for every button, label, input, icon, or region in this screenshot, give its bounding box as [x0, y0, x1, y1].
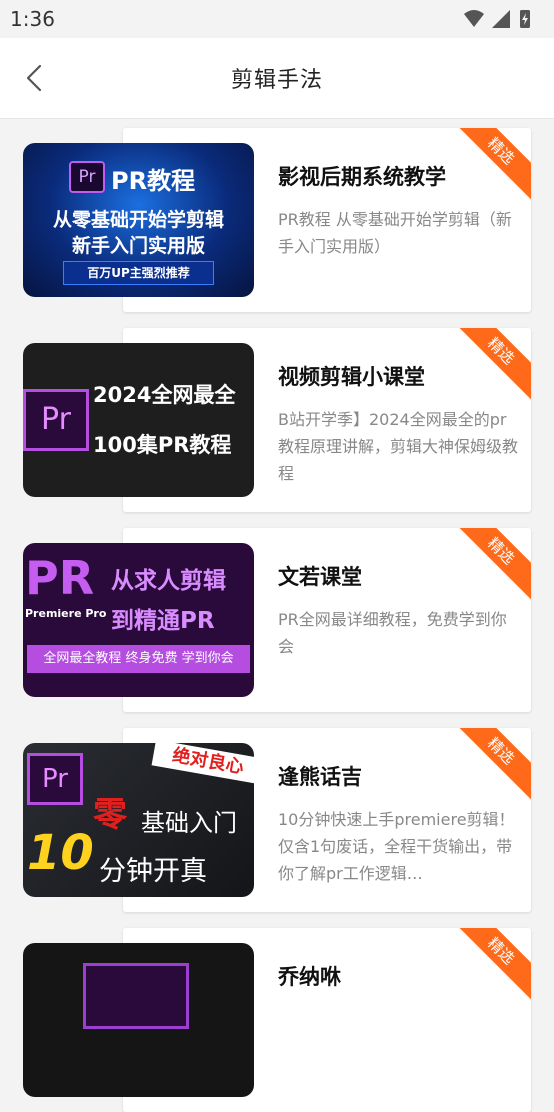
item-description: B站开学季】2024全网最全的pr教程原理讲解，剪辑大神保姆级教程 — [278, 410, 518, 483]
status-icons — [464, 10, 530, 28]
thumb-tag: 绝对良心 — [151, 743, 254, 785]
thumb-line1: 基础入门 — [141, 809, 237, 837]
thumb-line1: 2024全网最全 — [93, 383, 236, 407]
featured-badge: 精选 — [449, 528, 531, 603]
thumb-big-logo: PR — [25, 551, 95, 605]
thumb-line2: 新手入门实用版 — [71, 235, 205, 257]
item-title: 文若课堂 — [278, 565, 362, 589]
thumb-line2: 到精通PR — [111, 608, 215, 634]
item-title: 影视后期系统教学 — [278, 165, 446, 189]
thumb-number: 10 — [27, 825, 94, 881]
premiere-logo-icon: Pr — [69, 161, 105, 193]
wifi-icon — [464, 10, 484, 27]
thumb-line1: 从求人剪辑 — [111, 568, 226, 594]
premiere-logo-icon — [83, 963, 189, 1029]
top-nav-bar: 剪辑手法 — [0, 38, 554, 119]
thumb-zero: 零 — [93, 795, 127, 835]
thumb-tag: 百万UP主强烈推荐 — [63, 261, 214, 285]
thumb-sub: Premiere Pro — [25, 607, 107, 620]
item-thumbnail[interactable] — [23, 943, 254, 1097]
item-title: 乔纳咻 — [278, 965, 341, 989]
premiere-logo-icon: Pr — [27, 753, 83, 805]
item-thumbnail[interactable]: Pr 2024全网最全 100集PR教程 — [23, 343, 254, 497]
thumb-line1: 从零基础开始学剪辑 — [52, 209, 224, 231]
featured-badge: 精选 — [449, 728, 531, 803]
item-description: 10分钟快速上手premiere剪辑！仅含1句废话，全程干货输出，带你了解pr工… — [278, 810, 515, 883]
item-description: PR全网最详细教程，免费学到你会 — [278, 610, 507, 656]
thumb-title: PR教程 — [111, 167, 196, 195]
status-bar: 1:36 — [0, 0, 554, 38]
featured-badge: 精选 — [449, 928, 531, 1003]
item-thumbnail[interactable]: Pr 绝对良心 零 基础入门 10 分钟开真 — [23, 743, 254, 897]
item-description: PR教程 从零基础开始学剪辑（新手入门实用版） — [278, 210, 512, 256]
featured-badge: 精选 — [449, 328, 531, 403]
item-thumbnail[interactable]: Pr PR教程 从零基础开始学剪辑 新手入门实用版 百万UP主强烈推荐 — [23, 143, 254, 297]
item-thumbnail[interactable]: PR Premiere Pro 从求人剪辑 到精通PR 全网最全教程 终身免费 … — [23, 543, 254, 697]
featured-badge: 精选 — [449, 128, 531, 203]
premiere-logo-icon: Pr — [23, 389, 89, 451]
page-title: 剪辑手法 — [230, 68, 323, 93]
item-title: 视频剪辑小课堂 — [278, 365, 425, 389]
signal-icon — [492, 10, 510, 28]
thumb-line2: 100集PR教程 — [93, 433, 232, 457]
thumb-line2: 分钟开真 — [99, 856, 207, 887]
status-time: 1:36 — [10, 7, 55, 31]
thumb-strip: 全网最全教程 终身免费 学到你会 — [27, 645, 250, 673]
item-title: 逢熊话吉 — [278, 765, 362, 789]
